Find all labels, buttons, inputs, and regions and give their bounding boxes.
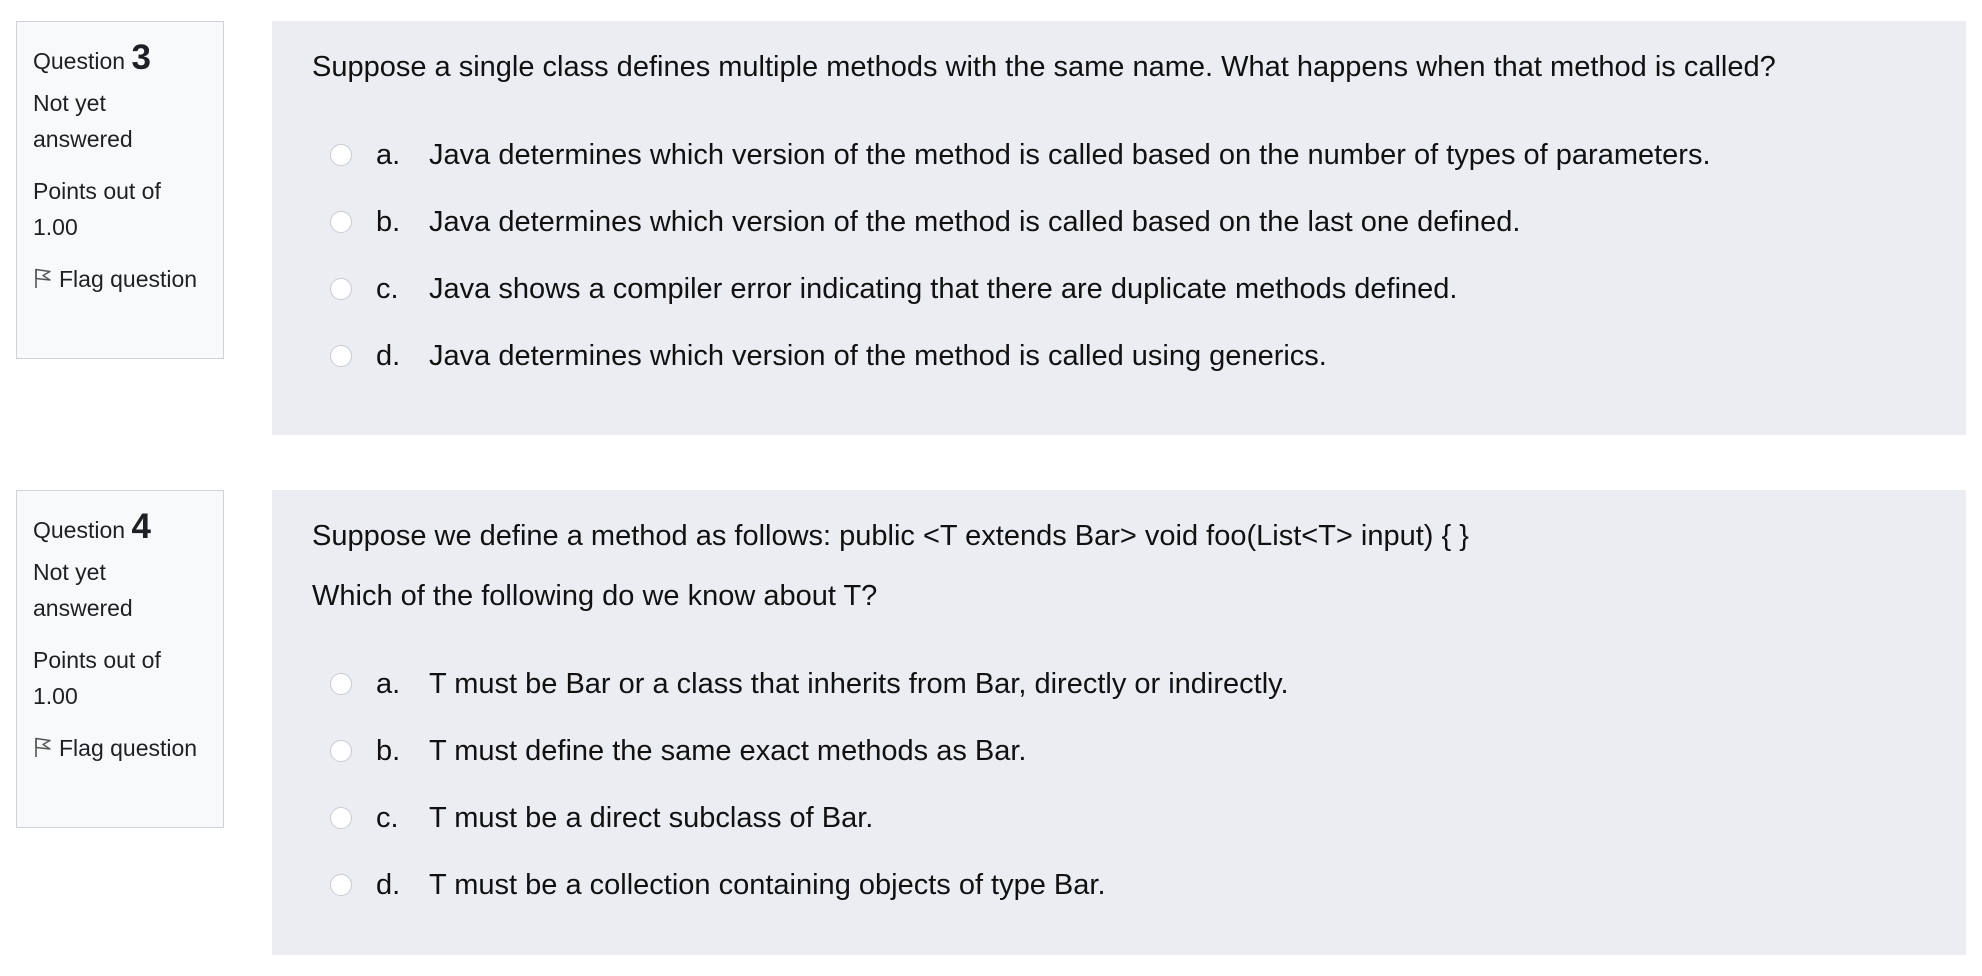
radio-unchecked-icon[interactable] [330, 144, 352, 166]
answer-option-d[interactable]: d. T must be a collection containing obj… [312, 861, 1926, 909]
radio-unchecked-icon[interactable] [330, 211, 352, 233]
radio-unchecked-icon[interactable] [330, 345, 352, 367]
question-text-line: Which of the following do we know about … [312, 580, 878, 612]
answer-text: T must be a collection containing object… [429, 868, 1106, 901]
answer-letter: a. [376, 667, 401, 700]
answer-letter: a. [376, 138, 401, 171]
answer-letter: d. [376, 339, 401, 372]
answer-text: Java determines which version of the met… [429, 205, 1521, 238]
question-label: Question [33, 48, 126, 74]
answer-option-d[interactable]: d. Java determines which version of the … [312, 332, 1926, 380]
answer-option-b[interactable]: b. T must define the same exact methods … [312, 727, 1926, 775]
question-label: Question [33, 517, 126, 543]
answer-letter: c. [376, 801, 399, 834]
question-content: Suppose we define a method as follows: p… [272, 490, 1966, 955]
answer-letter: c. [376, 272, 399, 305]
answer-option-c[interactable]: c. Java shows a compiler error indicatin… [312, 265, 1926, 313]
question-grade: Points out of 1.00 [33, 647, 161, 709]
answer-list: a. Java determines which version of the … [312, 131, 1926, 380]
question-state: Not yet answered [33, 90, 133, 152]
radio-unchecked-icon[interactable] [330, 740, 352, 762]
question-title: Question 4 [33, 507, 207, 550]
answer-text: Java determines which version of the met… [429, 138, 1711, 171]
radio-unchecked-icon[interactable] [330, 807, 352, 829]
radio-unchecked-icon[interactable] [330, 874, 352, 896]
flag-label: Flag question [59, 735, 198, 761]
answer-text: T must define the same exact methods as … [429, 734, 1027, 767]
question-number: 3 [131, 38, 151, 77]
flag-icon [33, 732, 53, 757]
question-grade: Points out of 1.00 [33, 178, 161, 240]
question-info: Question 4 Not yet answered Points out o… [16, 490, 224, 828]
answer-option-c[interactable]: c. T must be a direct subclass of Bar. [312, 794, 1926, 842]
answer-letter: b. [376, 734, 401, 767]
question-info: Question 3 Not yet answered Points out o… [16, 21, 224, 359]
question-text: Suppose a single class defines multiple … [312, 47, 1926, 87]
radio-unchecked-icon[interactable] [330, 278, 352, 300]
answer-letter: b. [376, 205, 401, 238]
question-state: Not yet answered [33, 559, 133, 621]
answer-list: a. T must be Bar or a class that inherit… [312, 660, 1926, 909]
answer-option-a[interactable]: a. T must be Bar or a class that inherit… [312, 660, 1926, 708]
flag-label: Flag question [59, 266, 198, 292]
question-text: Suppose we define a method as follows: p… [312, 516, 1926, 616]
answer-text: Java shows a compiler error indicating t… [429, 272, 1458, 305]
answer-letter: d. [376, 868, 401, 901]
answer-text: T must be Bar or a class that inherits f… [429, 667, 1289, 700]
answer-option-b[interactable]: b. Java determines which version of the … [312, 198, 1926, 246]
answer-option-a[interactable]: a. Java determines which version of the … [312, 131, 1926, 179]
flag-question-link[interactable]: Flag question [33, 730, 207, 766]
radio-unchecked-icon[interactable] [330, 673, 352, 695]
question-number: 4 [131, 507, 151, 546]
question-text-line: Suppose we define a method as follows: p… [312, 520, 1469, 552]
answer-text: Java determines which version of the met… [429, 339, 1327, 372]
question-title: Question 3 [33, 38, 207, 81]
question-text-line: Suppose a single class defines multiple … [312, 51, 1776, 83]
answer-text: T must be a direct subclass of Bar. [429, 801, 874, 834]
flag-question-link[interactable]: Flag question [33, 261, 207, 297]
question-content: Suppose a single class defines multiple … [272, 21, 1966, 435]
flag-icon [33, 263, 53, 288]
